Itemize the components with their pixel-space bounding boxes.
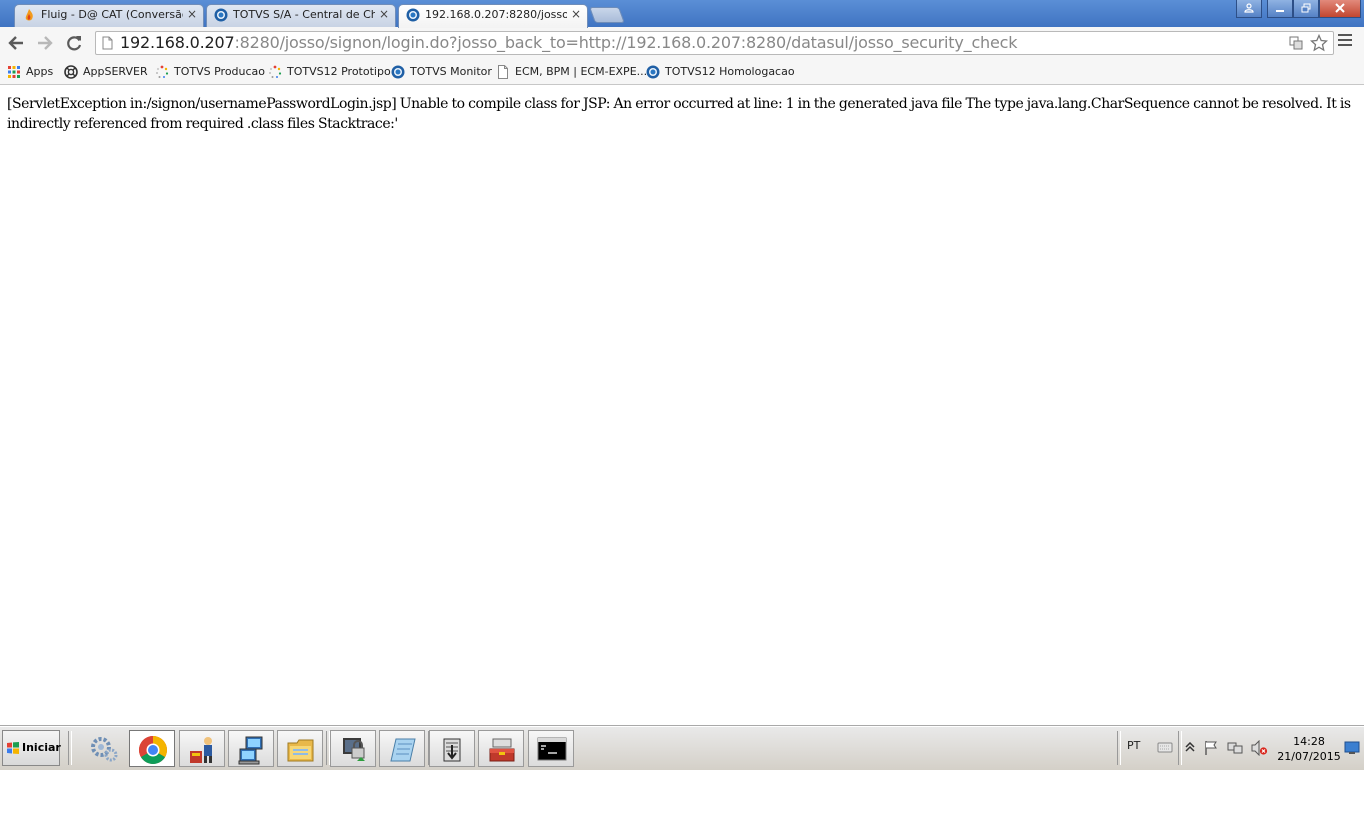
url-path: :8280/josso/signon/login.do?josso_back_t…	[234, 33, 1018, 52]
bookmark-appserver[interactable]: AppSERVER	[64, 64, 148, 80]
address-url[interactable]: 192.168.0.207:8280/josso/signon/login.do…	[120, 33, 1017, 53]
tab-fluig[interactable]: Fluig - D@ CAT (Conversão, ×	[14, 4, 204, 27]
bookmark-star-icon[interactable]	[1309, 33, 1329, 56]
bookmark-label: TOTVS Producao	[174, 65, 266, 78]
taskbar-notepad[interactable]	[379, 730, 425, 767]
server-download-icon	[443, 738, 461, 762]
taskbar-separator	[1178, 731, 1182, 765]
taskbar-separator	[1117, 731, 1121, 765]
taskbar-chrome[interactable]	[129, 730, 175, 767]
installer-person-icon	[190, 737, 212, 763]
browser-toolbar: 192.168.0.207:8280/josso/signon/login.do…	[0, 27, 1364, 59]
bookmark-label: TOTVS12 Homologacao	[665, 65, 795, 78]
notepad-icon	[390, 738, 416, 762]
network-status-icon[interactable]	[1227, 740, 1243, 756]
network-computer-icon	[238, 736, 263, 765]
explorer-folder-icon	[287, 739, 314, 762]
totvs-globe-icon	[214, 8, 228, 22]
close-icon[interactable]	[1319, 0, 1361, 18]
reload-button[interactable]	[62, 31, 86, 55]
translate-icon[interactable]	[1289, 34, 1303, 54]
minimize-icon[interactable]	[1267, 0, 1293, 18]
forward-button[interactable]	[33, 31, 57, 55]
system-clock[interactable]: 14:28 21/07/2015	[1274, 734, 1344, 764]
bookmark-label: AppSERVER	[83, 65, 148, 78]
chrome-icon	[139, 736, 167, 764]
bookmark-totvs-monitor[interactable]: TOTVS Monitor	[391, 64, 492, 80]
taskbar-explorer[interactable]	[277, 730, 323, 767]
tab-close-icon[interactable]: ×	[187, 5, 197, 24]
reload-icon	[67, 36, 82, 51]
bookmark-label: TOTVS Monitor	[410, 65, 492, 78]
totvs-globe-icon	[646, 65, 660, 79]
tab-title: TOTVS S/A - Central de Char	[233, 8, 375, 21]
forward-arrow-icon	[38, 36, 53, 50]
show-desktop-icon[interactable]	[1344, 741, 1360, 755]
error-message: [ServletException in:/signon/usernamePas…	[7, 96, 1351, 132]
spinner-icon	[269, 65, 282, 78]
bookmark-totvs12-prototipo[interactable]: TOTVS12 Prototipo	[268, 64, 391, 80]
apps-grid-icon	[8, 66, 20, 78]
totvs-globe-icon	[391, 65, 405, 79]
taskbar-server-download[interactable]	[429, 730, 475, 767]
taskbar: Iniciar PT 14:28 21/07/2015	[0, 726, 1364, 770]
taskbar-separator	[68, 731, 72, 765]
totvs-globe-icon	[406, 8, 420, 22]
spinner-icon	[156, 65, 169, 78]
bookmark-totvs12-homologacao[interactable]: TOTVS12 Homologacao	[646, 64, 795, 80]
tab-close-icon[interactable]: ×	[571, 5, 581, 24]
bookmark-apps[interactable]: Apps	[7, 64, 53, 80]
back-button[interactable]	[4, 31, 28, 55]
toolbox-icon	[489, 738, 515, 762]
start-label: Iniciar	[22, 741, 61, 754]
taskbar-gears-app[interactable]	[80, 730, 126, 767]
window-titlebar: Fluig - D@ CAT (Conversão, × TOTVS S/A -…	[0, 0, 1364, 28]
fluig-flame-icon	[25, 9, 33, 21]
action-center-flag-icon[interactable]	[1203, 740, 1219, 756]
taskbar-installer[interactable]	[179, 730, 225, 767]
clock-date: 21/07/2015	[1277, 750, 1341, 763]
tab-totvs-central[interactable]: TOTVS S/A - Central de Char ×	[206, 4, 396, 27]
bookmark-label: Apps	[26, 65, 54, 78]
bookmarks-bar: Apps AppSERVER TOTVS Producao TOTVS12 Pr…	[0, 59, 1364, 85]
taskbar-lock-transfer[interactable]	[330, 730, 376, 767]
tab-title: Fluig - D@ CAT (Conversão,	[41, 8, 183, 21]
lock-transfer-icon	[343, 738, 365, 761]
user-icon[interactable]	[1236, 0, 1262, 18]
bookmark-ecm-bpm[interactable]: ECM, BPM | ECM-EXPE...	[496, 64, 647, 80]
page-icon	[498, 65, 508, 79]
language-indicator[interactable]: PT	[1127, 739, 1140, 752]
url-host: 192.168.0.207	[120, 33, 235, 52]
back-arrow-icon	[8, 36, 23, 50]
taskbar-toolbox[interactable]	[478, 730, 524, 767]
keyboard-icon[interactable]	[1157, 740, 1173, 754]
chrome-menu-icon[interactable]	[1338, 34, 1352, 50]
clock-time: 14:28	[1293, 735, 1325, 748]
bookmark-label: TOTVS12 Prototipo	[287, 65, 391, 78]
address-bar[interactable]: 192.168.0.207:8280/josso/signon/login.do…	[95, 31, 1334, 55]
tab-close-icon[interactable]: ×	[379, 5, 389, 24]
bookmark-label: ECM, BPM | ECM-EXPE...	[515, 65, 648, 78]
command-prompt-icon	[537, 737, 567, 761]
restore-icon[interactable]	[1293, 0, 1319, 18]
taskbar-network[interactable]	[228, 730, 274, 767]
volume-muted-icon[interactable]	[1251, 740, 1268, 756]
taskbar-command-prompt[interactable]	[528, 730, 574, 767]
tab-title: 192.168.0.207:8280/josso/s	[425, 8, 567, 21]
gears-icon	[91, 737, 118, 762]
new-tab-button[interactable]	[589, 7, 625, 23]
show-hidden-icons-icon[interactable]	[1185, 742, 1195, 752]
windows-flag-icon	[7, 742, 19, 754]
page-icon	[102, 36, 113, 50]
start-button[interactable]: Iniciar	[2, 730, 61, 766]
lifebuoy-icon	[64, 65, 78, 79]
tab-josso-active[interactable]: 192.168.0.207:8280/josso/s ×	[398, 4, 588, 28]
bookmark-totvs-producao[interactable]: TOTVS Producao	[155, 64, 265, 80]
